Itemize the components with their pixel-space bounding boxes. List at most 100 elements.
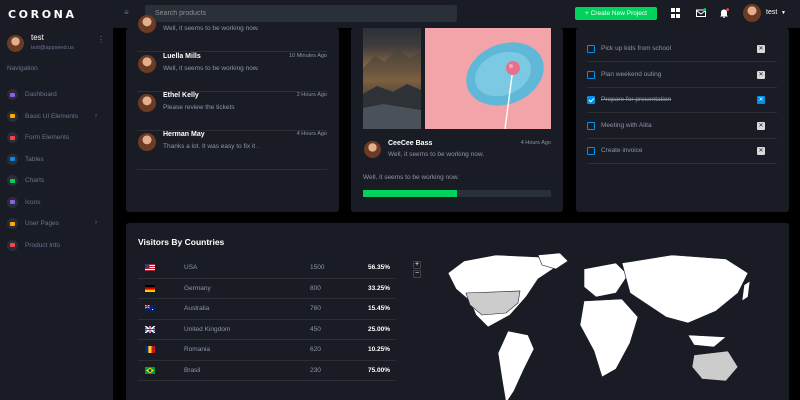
country-name: Australia: [184, 305, 210, 312]
photo-card: CeeCee Bass Well, it seems to be working…: [351, 28, 563, 212]
chevron-right-icon: ›: [95, 220, 97, 226]
lollipop-photo: [425, 28, 551, 129]
todo-label: Prepare for presentation: [601, 96, 672, 103]
map-region-north-america: [447, 254, 557, 328]
todo-item[interactable]: Plan weekend outing ✕: [587, 62, 777, 88]
message-sender: Luella Mills: [163, 53, 201, 60]
visitor-percent: 75.00%: [367, 366, 390, 374]
todo-item[interactable]: Meeting with Alita ✕: [587, 113, 777, 139]
table-row: Germany 800 33.25%: [138, 279, 396, 299]
visitors-title: Visitors By Countries: [138, 237, 225, 247]
navbar-username[interactable]: test: [766, 9, 777, 16]
message-item[interactable]: Herman May Thanks a lot. It was easy to …: [137, 130, 327, 170]
sidebar-item-product-info[interactable]: Product Info: [7, 235, 107, 257]
todo-item[interactable]: Pick up kids from school ✕: [587, 36, 777, 62]
sidebar-item-basic-ui-elements[interactable]: Basic UI Elements ›: [7, 106, 107, 128]
speedometer-icon: [7, 89, 18, 101]
todo-checkbox[interactable]: [587, 147, 595, 155]
visitor-percent: 33.25%: [367, 284, 390, 292]
message-time: 2 Hours Ago: [296, 92, 327, 98]
todo-checkbox[interactable]: [587, 96, 595, 104]
avatar: [138, 94, 156, 112]
sidebar-item-label: Product Info: [25, 241, 61, 249]
sidebar-item-tables[interactable]: Tables: [7, 149, 107, 171]
message-text: Well, it seems to be working now.: [163, 25, 259, 32]
playlist-icon: [7, 132, 18, 144]
sidebar-item-label: Form Elements: [25, 134, 70, 142]
table-row: Romania 620 10.25%: [138, 340, 396, 361]
remove-icon[interactable]: ✕: [757, 70, 765, 79]
remove-icon[interactable]: ✕: [757, 147, 765, 155]
message-text: Thanks a lot. It was easy to fix it .: [163, 143, 259, 150]
visitor-percent: 10.25%: [367, 346, 390, 353]
avatar: [364, 141, 381, 158]
file-icon: [7, 239, 18, 251]
laptop-icon: [7, 110, 18, 122]
message-time: 10 Minutes Ago: [289, 53, 327, 59]
brand-logo[interactable]: CORONA: [8, 8, 77, 21]
visitors-table: USA 1500 56.35% Germany 800 33.25% Australia 76…: [138, 258, 396, 381]
zoom-in-button[interactable]: +: [413, 261, 421, 269]
map-region-asia: [621, 254, 749, 324]
comment-item[interactable]: CeeCee Bass Well, it seems to be working…: [363, 139, 551, 163]
todo-label: Create invoice: [601, 147, 643, 154]
message-item[interactable]: Luella Mills Well, it seems to be workin…: [137, 52, 327, 92]
todo-item[interactable]: Prepare for presentation ✕: [587, 87, 777, 113]
message-item[interactable]: Ethel Kelly Please review the tickets 2 …: [137, 91, 327, 131]
map-region-australia: [691, 350, 739, 382]
visitor-percent: 56.35%: [367, 264, 390, 271]
more-vertical-icon[interactable]: ⋮: [97, 36, 105, 44]
create-project-button[interactable]: + Create New Project: [575, 7, 657, 20]
visitor-count: 620: [310, 346, 321, 353]
sidebar: CORONA test test@appseed.us ⋮ Navigation…: [0, 0, 113, 400]
country-name: Romania: [184, 346, 211, 353]
sidebar-item-user-pages[interactable]: User Pages ›: [7, 213, 107, 235]
remove-icon[interactable]: ✕: [757, 121, 765, 130]
todo-checkbox[interactable]: [587, 121, 595, 130]
avatar: [138, 55, 156, 73]
visitor-percent: 25.00%: [367, 325, 390, 333]
message-text: Please review the tickets: [163, 104, 235, 111]
message-item[interactable]: Well, it seems to be working now.: [137, 12, 327, 52]
avatar: [138, 15, 156, 33]
menu-toggle-icon[interactable]: ≡: [124, 8, 129, 17]
grid-icon[interactable]: [671, 8, 681, 18]
de-flag-icon: [145, 284, 155, 292]
ro-flag-icon: [145, 346, 155, 353]
table-row: Australia 760 15.45%: [138, 299, 396, 320]
remove-icon[interactable]: ✕: [757, 96, 765, 104]
table-row: United Kingdom 450 25.00%: [138, 320, 396, 340]
user-avatar[interactable]: [743, 4, 761, 22]
bell-icon[interactable]: [719, 8, 729, 18]
visitor-count: 1500: [310, 264, 325, 271]
sidebar-item-charts[interactable]: Charts: [7, 170, 107, 192]
visitor-percent: 15.45%: [367, 305, 390, 312]
country-name: United Kingdom: [184, 325, 231, 333]
sidebar-profile: test test@appseed.us ⋮: [7, 33, 107, 55]
avatar[interactable]: [7, 35, 24, 52]
sidebar-item-form-elements[interactable]: Form Elements: [7, 127, 107, 149]
contacts-icon: [7, 196, 18, 208]
message-sender: Herman May: [163, 131, 205, 138]
sidebar-item-label: Tables: [25, 155, 44, 163]
todo-checkbox[interactable]: [587, 70, 595, 79]
zoom-out-button[interactable]: −: [413, 270, 421, 278]
sidebar-item-label: Dashboard: [25, 91, 57, 99]
gb-flag-icon: [145, 325, 155, 333]
todo-item[interactable]: Create invoice ✕: [587, 138, 777, 164]
world-map[interactable]: [426, 253, 771, 400]
avatar: [138, 133, 156, 151]
sidebar-item-dashboard[interactable]: Dashboard: [7, 84, 107, 106]
mail-icon[interactable]: [696, 8, 706, 18]
remove-icon[interactable]: ✕: [757, 45, 765, 53]
sidebar-item-icons[interactable]: Icons: [7, 192, 107, 214]
chevron-down-icon[interactable]: ▼: [781, 10, 786, 16]
comment-text: Well, it seems to be working now.: [388, 151, 484, 158]
todo-card: Pick up kids from school ✕ Plan weekend ou…: [576, 28, 789, 212]
table-row: USA 1500 56.35%: [138, 258, 396, 279]
todo-label: Pick up kids from school: [601, 45, 672, 52]
table-row: Brasil 230 75.00%: [138, 361, 396, 381]
chevron-right-icon: ›: [95, 112, 97, 119]
au-flag-icon: [145, 305, 155, 312]
todo-checkbox[interactable]: [587, 45, 595, 53]
